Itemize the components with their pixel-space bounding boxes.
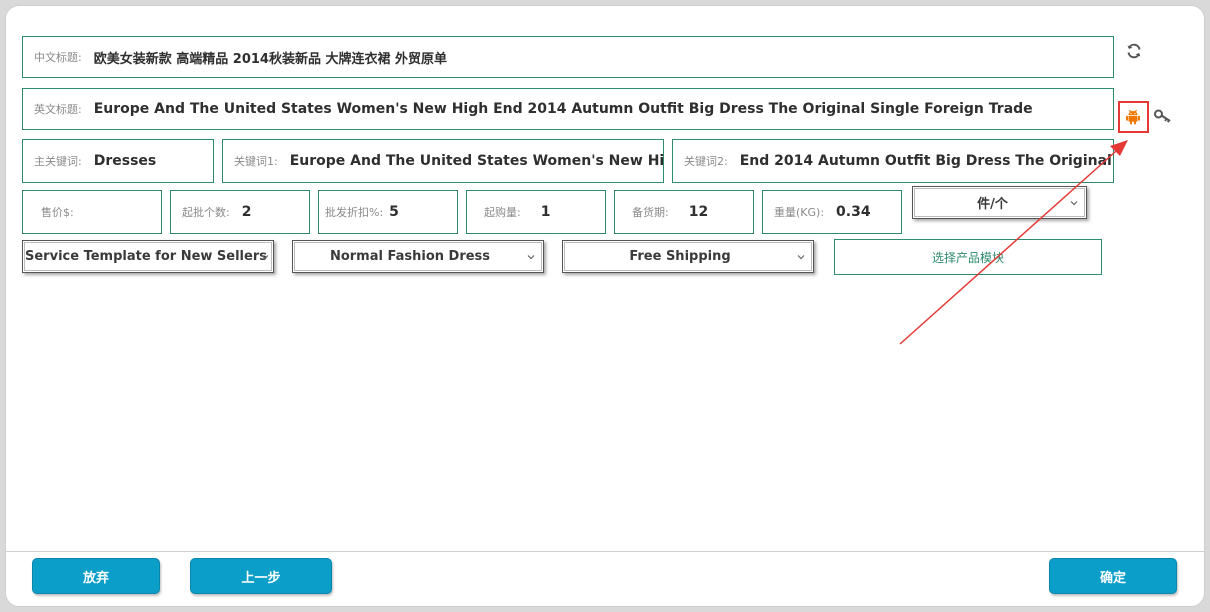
select-product-template-label: 选择产品模块	[931, 250, 1004, 265]
android-icon[interactable]	[1122, 106, 1144, 128]
en-title-value: Europe And The United States Women's New…	[93, 101, 1033, 117]
discard-button[interactable]: 放弃	[32, 558, 160, 594]
previous-button[interactable]: 上一步	[190, 558, 332, 594]
chevron-down-icon	[261, 254, 269, 259]
confirm-button-label: 确定	[1099, 570, 1126, 586]
refresh-icon[interactable]	[1123, 40, 1145, 62]
select-product-template-button[interactable]: 选择产品模块	[834, 239, 1102, 275]
service-template-value: Service Template for New Sellers	[25, 249, 267, 264]
keyword2-label: 关键词2:	[684, 155, 728, 168]
keyword1-field[interactable]: 关键词1: Europe And The United States Women…	[222, 139, 664, 183]
weight-value: 0.34	[836, 204, 871, 220]
footer-divider	[6, 551, 1204, 552]
cn-title-field[interactable]: 中文标题: 欧美女装新款 高端精品 2014秋装新品 大牌连衣裙 外贸原单	[22, 36, 1114, 78]
en-title-label: 英文标题:	[34, 103, 82, 116]
chevron-down-icon	[527, 254, 535, 259]
min-batch-label: 起批个数:	[182, 206, 230, 219]
min-order-value: 1	[540, 204, 551, 220]
min-batch-field[interactable]: 起批个数: 2	[170, 190, 310, 234]
min-order-field[interactable]: 起购量: 1	[466, 190, 606, 234]
key-icon[interactable]	[1151, 104, 1175, 128]
stock-days-field[interactable]: 备货期: 12	[614, 190, 754, 234]
keyword2-field[interactable]: 关键词2: End 2014 Autumn Outfit Big Dress T…	[672, 139, 1114, 183]
main-keyword-field[interactable]: 主关键词: Dresses	[22, 139, 214, 183]
stock-days-label: 备货期:	[632, 206, 669, 219]
wholesale-discount-label: 批发折扣%:	[325, 206, 384, 219]
min-order-label: 起购量:	[484, 206, 521, 219]
min-batch-value: 2	[241, 204, 252, 220]
main-keyword-label: 主关键词:	[34, 155, 82, 168]
weight-label: 重量(KG):	[774, 206, 825, 219]
chevron-down-icon	[797, 254, 805, 259]
chevron-down-icon	[1070, 200, 1078, 205]
keyword1-value: Europe And The United States Women's New…	[289, 153, 663, 169]
unit-select-value: 件/个	[977, 197, 1008, 212]
wholesale-discount-value: 5	[389, 204, 399, 220]
confirm-button[interactable]: 确定	[1049, 558, 1177, 594]
en-title-field[interactable]: 英文标题: Europe And The United States Women…	[22, 88, 1114, 130]
keyword2-value: End 2014 Autumn Outfit Big Dress The Ori…	[739, 153, 1112, 169]
shipping-select-value: Free Shipping	[629, 249, 731, 264]
stock-days-value: 12	[688, 204, 709, 220]
cn-title-value: 欧美女装新款 高端精品 2014秋装新品 大牌连衣裙 外贸原单	[93, 51, 448, 67]
main-keyword-value: Dresses	[93, 153, 157, 169]
service-template-select[interactable]: Service Template for New Sellers	[22, 240, 274, 273]
weight-field[interactable]: 重量(KG): 0.34	[762, 190, 902, 234]
category-select[interactable]: Normal Fashion Dress	[292, 240, 544, 273]
unit-select[interactable]: 件/个	[912, 186, 1087, 219]
price-field[interactable]: 售价$:	[22, 190, 162, 234]
cn-title-label: 中文标题:	[34, 51, 82, 64]
category-select-value: Normal Fashion Dress	[329, 249, 491, 264]
previous-button-label: 上一步	[241, 570, 281, 586]
price-label: 售价$:	[41, 206, 74, 219]
wholesale-discount-field[interactable]: 批发折扣%: 5	[318, 190, 458, 234]
discard-button-label: 放弃	[82, 570, 109, 586]
keyword1-label: 关键词1:	[234, 155, 278, 168]
shipping-select[interactable]: Free Shipping	[562, 240, 814, 273]
dialog: 中文标题: 欧美女装新款 高端精品 2014秋装新品 大牌连衣裙 外贸原单 英文…	[5, 5, 1205, 607]
